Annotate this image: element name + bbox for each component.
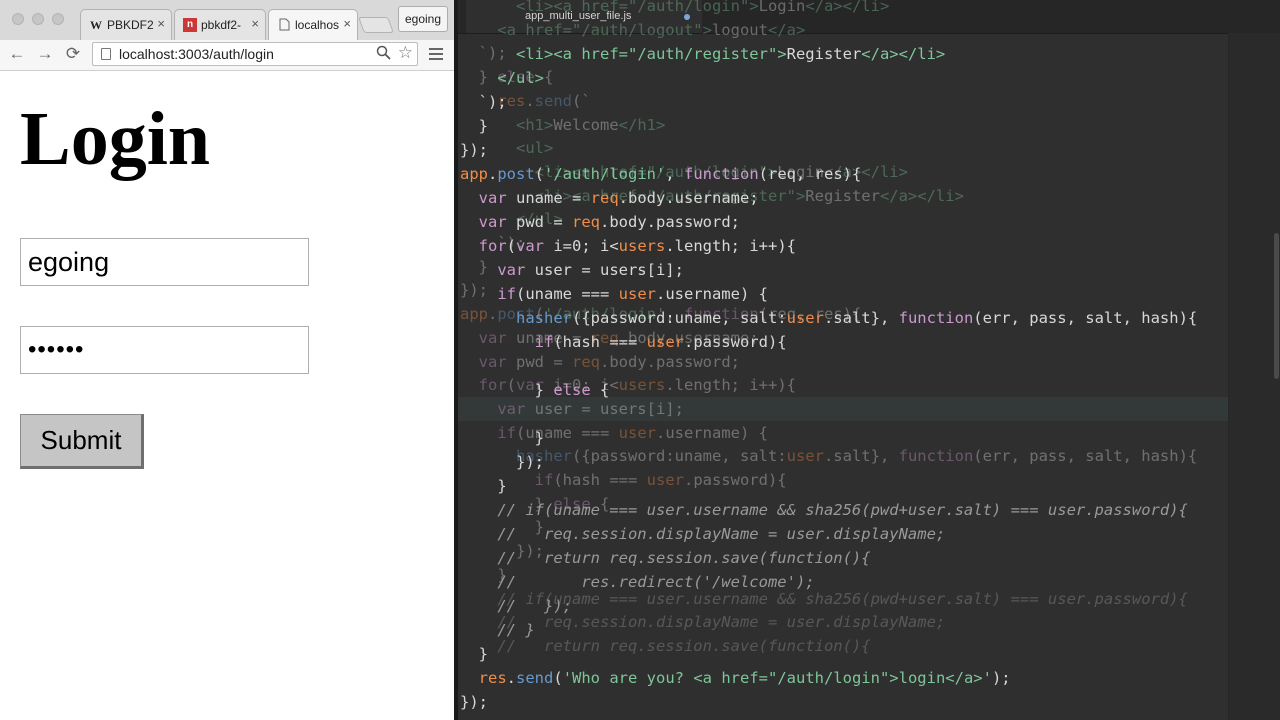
code-line: <li><a href="/auth/login">Login</a></li>: [516, 0, 890, 15]
tab-title: PBKDF2: [107, 18, 153, 32]
code-line: var uname = req.body.username;: [478, 189, 759, 207]
code-line: for(var i=0; i<users.length; i++){: [478, 237, 796, 255]
code-line: // }: [460, 621, 535, 639]
code-line: // res.redirect('/welcome');: [460, 573, 815, 591]
login-page: Login egoing •••••• Submit: [0, 71, 454, 720]
page-icon: [277, 18, 291, 32]
zoom-window-button[interactable]: [52, 13, 64, 25]
code-line: if(uname === user.username) {: [497, 285, 768, 303]
page-title: Login: [20, 97, 211, 181]
page-icon: [101, 48, 111, 60]
code-line: hasher({password:uname, salt:user.salt},…: [516, 309, 1198, 327]
code-line: var pwd = req.body.password;: [478, 213, 740, 231]
forward-arrow-icon[interactable]: →: [35, 44, 55, 64]
browser-toolbar: ← → ⟳ localhost:3003/auth/login ☆: [0, 40, 454, 71]
hamburger-menu-icon[interactable]: [429, 48, 443, 60]
code-line: });: [460, 453, 544, 471]
close-window-button[interactable]: [12, 13, 24, 25]
code-line: }: [460, 645, 488, 663]
wikipedia-icon: W: [90, 18, 102, 32]
npm-icon: n: [183, 18, 197, 32]
new-tab-button[interactable]: [358, 17, 394, 33]
browser-tab-pbkdf2-npm[interactable]: n pbkdf2- ×: [174, 9, 266, 40]
code-line: res.send('Who are you? <a href="/auth/lo…: [478, 669, 1011, 687]
close-tab-icon[interactable]: ×: [251, 17, 259, 31]
code-line: </ul>: [497, 69, 544, 87]
code-line: app.post('/auth/login', function(req, re…: [460, 165, 862, 183]
tab-title: localhos: [295, 18, 339, 32]
code-line: <li><a href="/auth/register">Register</a…: [516, 45, 946, 63]
code-line: // });: [460, 597, 572, 615]
zoom-magnifier-icon[interactable]: [376, 45, 391, 63]
code-line: } else {: [460, 381, 610, 399]
minimize-window-button[interactable]: [32, 13, 44, 25]
submit-button[interactable]: Submit: [20, 414, 144, 469]
code-line: });: [460, 141, 488, 159]
code-line: // if(uname === user.username && sha256(…: [460, 501, 1188, 519]
tab-title: pbkdf2-: [201, 18, 242, 32]
bookmark-star-icon[interactable]: ☆: [398, 43, 413, 63]
close-tab-icon[interactable]: ×: [343, 17, 351, 31]
back-arrow-icon[interactable]: ←: [7, 44, 27, 64]
profile-button[interactable]: egoing: [398, 6, 448, 32]
code-line: }: [460, 477, 507, 495]
code-line: `);: [460, 93, 507, 111]
minimap[interactable]: [1228, 33, 1280, 720]
code-line: var user = users[i];: [497, 261, 684, 279]
username-input[interactable]: egoing: [20, 238, 309, 286]
main-code-layer: <li><a href="/auth/register">Register</a…: [458, 33, 1280, 720]
code-line: // req.session.displayName = user.displa…: [460, 525, 946, 543]
code-line: }: [460, 429, 544, 447]
address-bar[interactable]: localhost:3003/auth/login ☆: [92, 42, 418, 66]
code-line: // return req.session.save(function(){: [460, 549, 871, 567]
browser-tab-localhost[interactable]: localhos ×: [268, 9, 358, 41]
code-line: }: [460, 117, 488, 135]
address-url[interactable]: localhost:3003/auth/login: [119, 46, 274, 63]
close-tab-icon[interactable]: ×: [157, 17, 165, 31]
browser-window: W PBKDF2 × n pbkdf2- × localhos × egoing…: [0, 0, 454, 720]
code-editor: app_multi_user_file.js <li><a href="/aut…: [458, 0, 1280, 720]
code-line: });: [460, 693, 488, 711]
code-area[interactable]: <li><a href="/auth/login">Login</a></li>…: [458, 0, 1280, 720]
code-line: if(hash === user.password){: [534, 333, 787, 351]
browser-tab-pbkdf2-wiki[interactable]: W PBKDF2 ×: [80, 9, 172, 40]
scrollbar-thumb[interactable]: [1274, 233, 1279, 379]
password-input[interactable]: ••••••: [20, 326, 309, 374]
browser-tab-strip: W PBKDF2 × n pbkdf2- × localhos × egoing: [0, 0, 454, 41]
reload-icon[interactable]: ⟳: [63, 44, 83, 64]
